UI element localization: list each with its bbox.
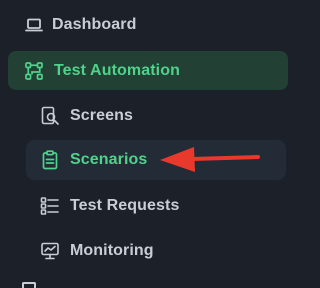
partial-sidebar-icon xyxy=(22,282,36,288)
annotation-arrow xyxy=(160,147,260,172)
